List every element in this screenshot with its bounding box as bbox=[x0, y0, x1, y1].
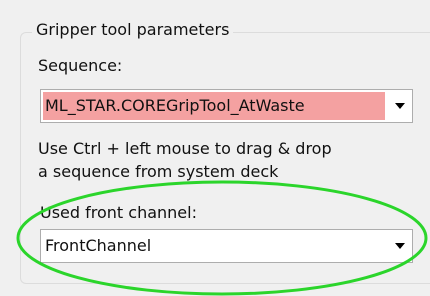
front-channel-dropdown[interactable]: FrontChannel bbox=[40, 229, 413, 263]
sequence-dropdown[interactable]: ML_STAR.COREGripTool_AtWaste bbox=[40, 89, 413, 123]
sequence-value: ML_STAR.COREGripTool_AtWaste bbox=[43, 92, 385, 120]
sequence-label: Sequence: bbox=[38, 56, 123, 75]
hint-line-2: a sequence from system deck bbox=[38, 162, 279, 181]
chevron-down-icon[interactable] bbox=[388, 230, 412, 262]
hint-line-1: Use Ctrl + left mouse to drag & drop bbox=[38, 139, 332, 158]
drag-drop-hint: Use Ctrl + left mouse to drag & drop a s… bbox=[38, 137, 332, 183]
front-channel-label: Used front channel: bbox=[40, 203, 197, 222]
groupbox-title: Gripper tool parameters bbox=[32, 19, 234, 41]
chevron-down-icon[interactable] bbox=[388, 90, 412, 122]
gripper-tool-panel: Gripper tool parameters Sequence: ML_STA… bbox=[0, 0, 430, 296]
front-channel-value: FrontChannel bbox=[43, 232, 385, 260]
